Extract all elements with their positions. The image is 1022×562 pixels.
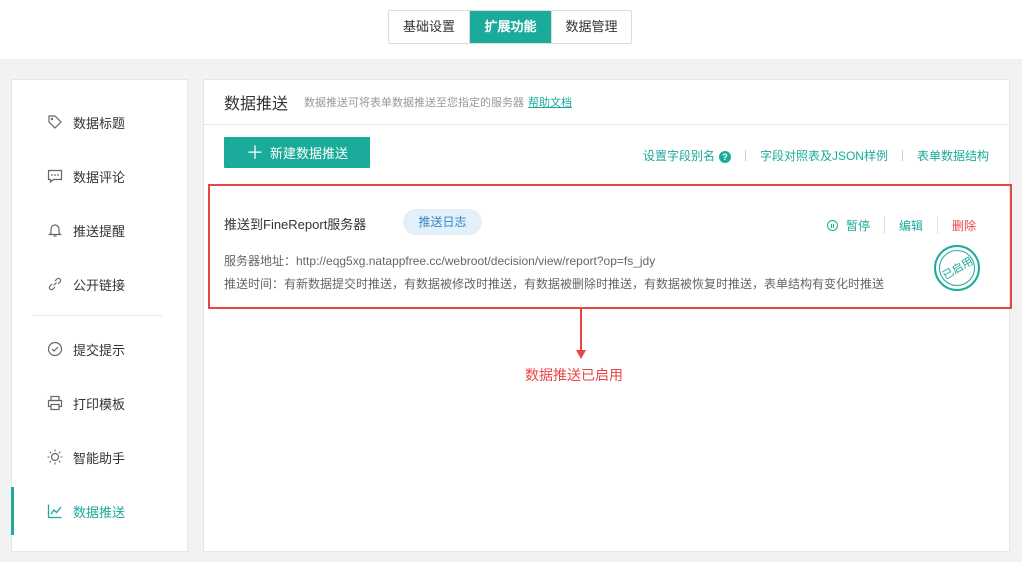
header-links: 设置字段别名? 字段对照表及JSON样例 表单数据结构 [643, 147, 989, 164]
stamp-inner-ring: 已启用 [939, 250, 975, 286]
sidebar-item-label: 提交提示 [73, 342, 126, 358]
sidebar-item-print-template[interactable]: 打印模板 [12, 383, 187, 423]
panel-header: 数据推送 数据推送可将表单数据推送至您指定的服务器 帮助文档 [204, 80, 1009, 125]
pause-button[interactable]: 暂停 [826, 217, 870, 234]
action-divider [883, 216, 885, 234]
sidebar-item-label: 打印模板 [73, 396, 126, 412]
top-tab-group: 基础设置 扩展功能 数据管理 [388, 10, 632, 44]
push-card-title: 推送到FineReport服务器 [224, 217, 367, 232]
sidebar-item-data-title[interactable]: 数据标题 [12, 102, 187, 142]
printer-icon [46, 394, 64, 412]
plus-icon: ＋ [245, 142, 264, 163]
data-push-panel: 数据推送 数据推送可将表单数据推送至您指定的服务器 帮助文档 ＋ 新建数据推送 … [203, 79, 1012, 552]
enabled-stamp: 已启用 [934, 245, 980, 291]
push-card: 推送到FineReport服务器 推送日志 暂停 编辑 删除 服务器地址：htt… [208, 184, 1012, 309]
sidebar-item-data-push[interactable]: 数据推送 [11, 487, 187, 535]
delete-button[interactable]: 删除 [952, 217, 976, 234]
sidebar-item-label: 数据标题 [73, 115, 126, 131]
link-divider [744, 150, 746, 161]
sidebar-divider [32, 315, 162, 316]
new-data-push-button[interactable]: ＋ 新建数据推送 [224, 137, 370, 168]
sidebar-item-label: 数据推送 [73, 504, 126, 520]
top-bar: 基础设置 扩展功能 数据管理 [0, 0, 1022, 59]
pause-label: 暂停 [845, 218, 870, 233]
action-divider [936, 216, 938, 234]
field-alias-link[interactable]: 设置字段别名? [643, 147, 731, 164]
tab-extensions[interactable]: 扩展功能 [470, 11, 551, 43]
sidebar-item-submit-tip[interactable]: 提交提示 [12, 329, 187, 369]
link-divider [901, 150, 903, 161]
tag-icon [46, 113, 64, 131]
sidebar-item-data-comment[interactable]: 数据评论 [12, 156, 187, 196]
page-title: 数据推送 [224, 96, 289, 113]
help-doc-link[interactable]: 帮助文档 [528, 94, 572, 110]
form-data-structure-link[interactable]: 表单数据结构 [917, 147, 989, 164]
sidebar-item-push-reminder[interactable]: 推送提醒 [12, 210, 187, 250]
new-data-push-label: 新建数据推送 [269, 146, 348, 161]
comment-icon [46, 167, 64, 185]
sidebar: 数据标题 数据评论 推送提醒 公开链接 提交提示 打印模板 智能助手 数据推送 [11, 79, 188, 552]
sidebar-item-label: 智能助手 [73, 450, 126, 466]
question-icon: ? [718, 151, 731, 163]
page-description: 数据推送可将表单数据推送至您指定的服务器 [304, 97, 525, 109]
field-json-sample-link[interactable]: 字段对照表及JSON样例 [760, 147, 888, 164]
annotation-arrow-line [580, 309, 582, 352]
push-log-badge[interactable]: 推送日志 [403, 209, 482, 235]
push-time: 推送时间：有新数据提交时推送，有数据被修改时推送，有数据被删除时推送，有数据被恢… [224, 277, 885, 291]
annotation-text: 数据推送已启用 [525, 367, 623, 383]
tab-basic-settings[interactable]: 基础设置 [389, 11, 470, 43]
edit-button[interactable]: 编辑 [899, 217, 923, 234]
sidebar-item-label: 公开链接 [73, 277, 126, 293]
sidebar-item-label: 推送提醒 [73, 223, 126, 239]
check-circle-icon [46, 340, 64, 358]
push-card-actions: 暂停 编辑 删除 [826, 216, 976, 234]
pause-icon [826, 219, 838, 231]
tab-data-management[interactable]: 数据管理 [551, 11, 631, 43]
chart-icon [46, 502, 64, 520]
sidebar-item-label: 数据评论 [73, 169, 126, 185]
link-icon [46, 275, 64, 293]
field-alias-label: 设置字段别名 [642, 149, 715, 163]
annotation-arrow-head [576, 350, 586, 359]
sidebar-item-smart-assistant[interactable]: 智能助手 [12, 437, 187, 477]
stamp-text: 已启用 [940, 255, 975, 283]
bulb-icon [46, 448, 64, 466]
sidebar-item-public-link[interactable]: 公开链接 [12, 264, 187, 304]
server-address: 服务器地址：http://eqg5xg.natappfree.cc/webroo… [224, 254, 656, 268]
bell-icon [46, 221, 64, 239]
